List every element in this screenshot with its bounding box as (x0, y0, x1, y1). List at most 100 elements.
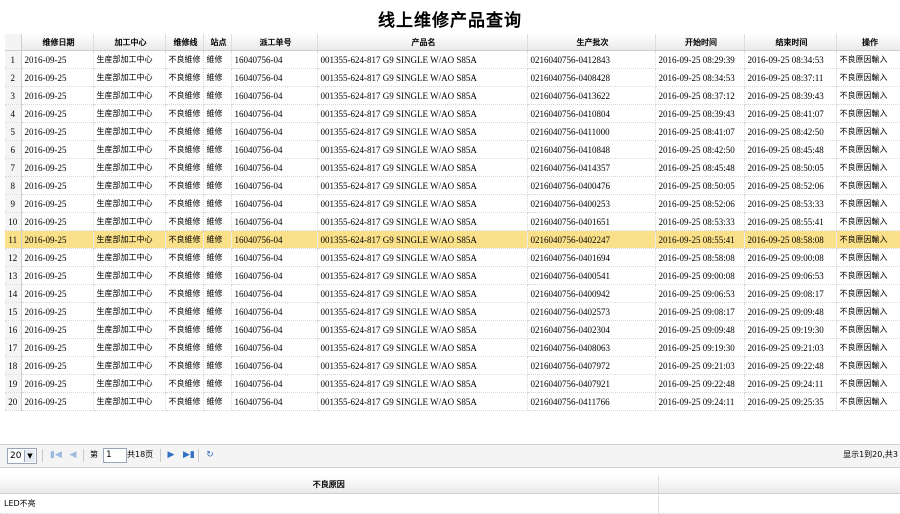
cell-batch: 0216040756-0408063 (527, 338, 656, 357)
cell-order: 16040756-04 (231, 86, 318, 105)
cell-line: 不良維修 (165, 86, 204, 105)
column-header-product[interactable]: 产品名 (317, 34, 528, 51)
cell-action[interactable]: 不良原因輸入 (836, 266, 900, 285)
cell-line: 不良維修 (165, 194, 204, 213)
defect-reason-header[interactable]: 不良原因 (0, 475, 659, 494)
table-row[interactable]: 11 2016-09-25 生産部加工中心 不良維修 維修 16040756-04 0013… (5, 230, 900, 249)
column-header-start[interactable]: 开始时间 (655, 34, 745, 51)
last-page-icon[interactable]: ▶▮ (183, 449, 195, 462)
table-row[interactable]: 13 2016-09-25 生産部加工中心 不良維修 維修 16040756-04 0013… (5, 266, 900, 285)
column-header-order[interactable]: 派工单号 (231, 34, 318, 51)
cell-action[interactable]: 不良原因輸入 (836, 158, 900, 177)
row-number: 15 (5, 302, 22, 321)
cell-line: 不良維修 (165, 176, 204, 195)
cell-action[interactable]: 不良原因輸入 (836, 284, 900, 303)
cell-batch: 0216040756-0402247 (527, 230, 656, 249)
table-row[interactable]: 19 2016-09-25 生産部加工中心 不良維修 維修 16040756-04 0013… (5, 374, 900, 393)
cell-action[interactable]: 不良原因輸入 (836, 302, 900, 321)
row-number: 9 (5, 194, 22, 213)
cell-action[interactable]: 不良原因輸入 (836, 392, 900, 411)
cell-action[interactable]: 不良原因輸入 (836, 338, 900, 357)
cell-batch: 0216040756-0411000 (527, 122, 656, 141)
table-row[interactable]: 14 2016-09-25 生産部加工中心 不良維修 維修 16040756-04 0013… (5, 284, 900, 303)
column-header-action[interactable]: 操作 (836, 34, 900, 51)
table-row[interactable]: 10 2016-09-25 生産部加工中心 不良維修 維修 16040756-04 0013… (5, 212, 900, 231)
cell-station: 維修 (203, 374, 232, 393)
table-row[interactable]: 16 2016-09-25 生産部加工中心 不良維修 維修 16040756-04 0013… (5, 320, 900, 339)
row-number: 16 (5, 320, 22, 339)
table-row[interactable]: 4 2016-09-25 生産部加工中心 不良維修 維修 16040756-04 00135… (5, 104, 900, 123)
cell-action[interactable]: 不良原因輸入 (836, 374, 900, 393)
cell-action[interactable]: 不良原因輸入 (836, 212, 900, 231)
row-number: 4 (5, 104, 22, 123)
column-header-center[interactable]: 加工中心 (93, 34, 166, 51)
page-number-input[interactable]: 1 (103, 448, 127, 463)
cell-action[interactable]: 不良原因輸入 (836, 176, 900, 195)
prev-page-icon[interactable]: ◀ (68, 449, 78, 462)
cell-end: 2016-09-25 08:41:07 (744, 104, 837, 123)
cell-start: 2016-09-25 08:52:06 (655, 194, 745, 213)
defect-empty-header (658, 475, 900, 494)
cell-action[interactable]: 不良原因輸入 (836, 50, 900, 69)
pager-separator (198, 449, 199, 462)
cell-action[interactable]: 不良原因輸入 (836, 248, 900, 267)
cell-station: 維修 (203, 230, 232, 249)
cell-order: 16040756-04 (231, 284, 318, 303)
cell-product: 001355-624-817 G9 SINGLE W/AO S85A (317, 248, 528, 267)
table-row[interactable]: 7 2016-09-25 生産部加工中心 不良維修 維修 16040756-04 00135… (5, 158, 900, 177)
table-row[interactable]: 6 2016-09-25 生産部加工中心 不良維修 維修 16040756-04 00135… (5, 140, 900, 159)
row-number: 11 (5, 230, 22, 249)
cell-date: 2016-09-25 (21, 248, 94, 267)
cell-station: 維修 (203, 68, 232, 87)
table-row[interactable]: 9 2016-09-25 生産部加工中心 不良維修 維修 16040756-04 00135… (5, 194, 900, 213)
cell-line: 不良維修 (165, 104, 204, 123)
cell-action[interactable]: 不良原因輸入 (836, 122, 900, 141)
first-page-icon[interactable]: ▮◀ (50, 449, 62, 462)
cell-center: 生産部加工中心 (93, 302, 166, 321)
cell-start: 2016-09-25 08:42:50 (655, 140, 745, 159)
cell-order: 16040756-04 (231, 392, 318, 411)
cell-action[interactable]: 不良原因輸入 (836, 356, 900, 375)
table-row[interactable]: 18 2016-09-25 生産部加工中心 不良維修 維修 16040756-04 0013… (5, 356, 900, 375)
table-row[interactable]: 17 2016-09-25 生産部加工中心 不良維修 維修 16040756-04 0013… (5, 338, 900, 357)
column-header-end[interactable]: 结束时间 (744, 34, 837, 51)
table-row[interactable]: 5 2016-09-25 生産部加工中心 不良維修 維修 16040756-04 00135… (5, 122, 900, 141)
table-row[interactable]: 1 2016-09-25 生産部加工中心 不良維修 維修 16040756-04 00135… (5, 50, 900, 69)
cell-center: 生産部加工中心 (93, 266, 166, 285)
cell-station: 維修 (203, 356, 232, 375)
cell-start: 2016-09-25 08:39:43 (655, 104, 745, 123)
column-header-date[interactable]: 维修日期 (21, 34, 94, 51)
refresh-icon[interactable]: ↻ (205, 449, 215, 462)
cell-action[interactable]: 不良原因輸入 (836, 68, 900, 87)
table-row[interactable]: 2 2016-09-25 生産部加工中心 不良維修 維修 16040756-04 00135… (5, 68, 900, 87)
cell-action[interactable]: 不良原因輸入 (836, 86, 900, 105)
cell-product: 001355-624-817 G9 SINGLE W/AO S85A (317, 230, 528, 249)
cell-end: 2016-09-25 09:09:48 (744, 302, 837, 321)
page-size-select[interactable]: 20 ▼ (7, 448, 37, 464)
cell-product: 001355-624-817 G9 SINGLE W/AO S85A (317, 356, 528, 375)
cell-start: 2016-09-25 08:34:53 (655, 68, 745, 87)
cell-action[interactable]: 不良原因輸入 (836, 230, 900, 249)
cell-start: 2016-09-25 09:06:53 (655, 284, 745, 303)
table-row[interactable]: 12 2016-09-25 生産部加工中心 不良維修 維修 16040756-04 0013… (5, 248, 900, 267)
defect-row[interactable]: LED不亮 (0, 493, 900, 514)
table-row[interactable]: 20 2016-09-25 生産部加工中心 不良維修 維修 16040756-04 0013… (5, 392, 900, 411)
column-header-station[interactable]: 站点 (203, 34, 232, 51)
table-row[interactable]: 3 2016-09-25 生産部加工中心 不良維修 維修 16040756-04 00135… (5, 86, 900, 105)
cell-action[interactable]: 不良原因輸入 (836, 194, 900, 213)
cell-line: 不良維修 (165, 68, 204, 87)
cell-product: 001355-624-817 G9 SINGLE W/AO S85A (317, 266, 528, 285)
column-header-batch[interactable]: 生产批次 (527, 34, 656, 51)
cell-station: 維修 (203, 158, 232, 177)
table-row[interactable]: 8 2016-09-25 生産部加工中心 不良維修 維修 16040756-04 00135… (5, 176, 900, 195)
cell-action[interactable]: 不良原因輸入 (836, 104, 900, 123)
cell-center: 生産部加工中心 (93, 122, 166, 141)
cell-action[interactable]: 不良原因輸入 (836, 320, 900, 339)
cell-action[interactable]: 不良原因輸入 (836, 140, 900, 159)
chevron-down-icon[interactable]: ▼ (24, 450, 35, 462)
table-row[interactable]: 15 2016-09-25 生産部加工中心 不良維修 維修 16040756-04 0013… (5, 302, 900, 321)
cell-end: 2016-09-25 08:50:05 (744, 158, 837, 177)
cell-start: 2016-09-25 08:58:08 (655, 248, 745, 267)
next-page-icon[interactable]: ▶ (166, 449, 176, 462)
column-header-line[interactable]: 维修线 (165, 34, 204, 51)
